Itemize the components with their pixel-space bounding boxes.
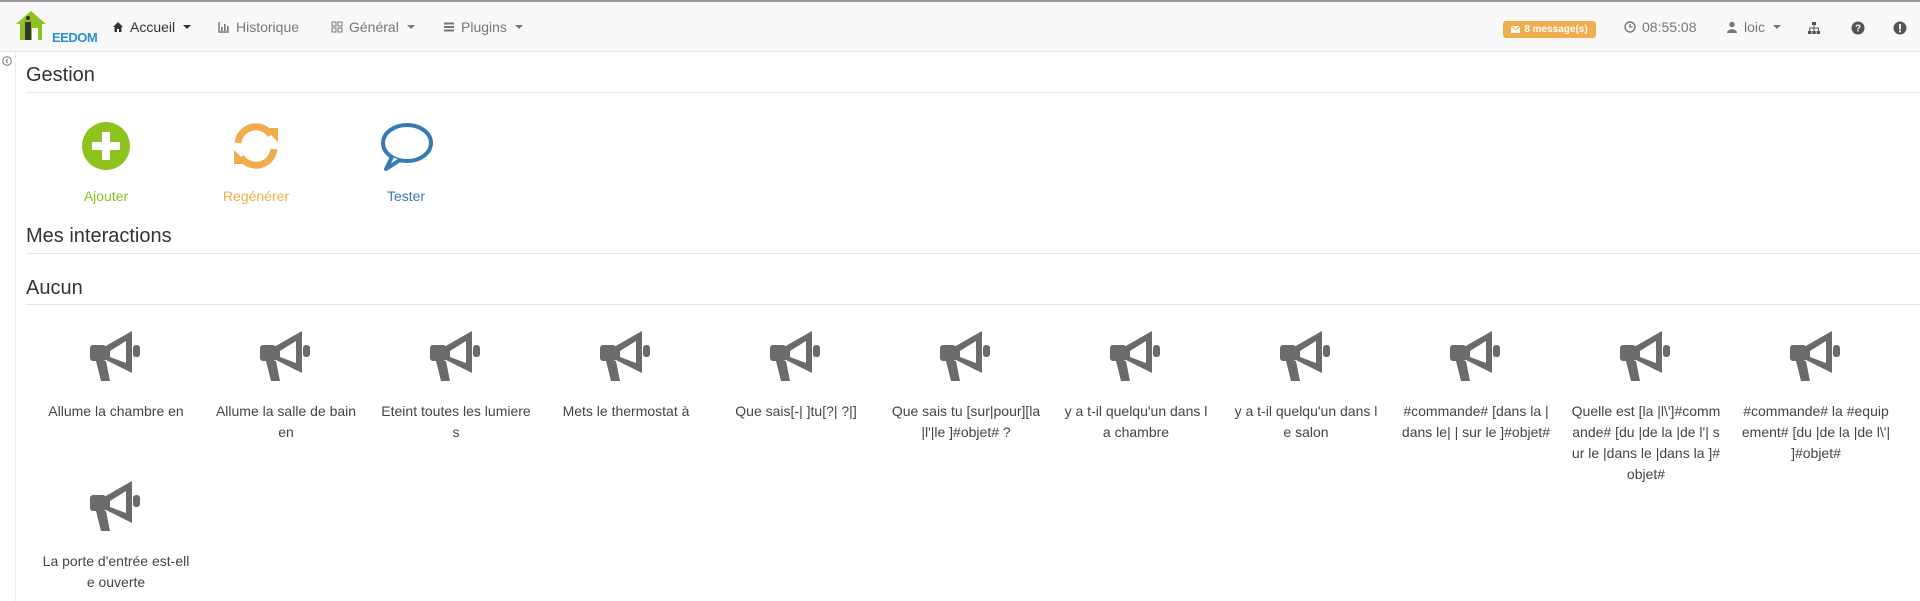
chevron-down-icon — [406, 25, 415, 29]
interaction-label: #commande# [dans la |dans le| | sur le ]… — [1401, 403, 1551, 440]
interaction-card[interactable]: Allume la salle de bain en — [206, 325, 366, 443]
interaction-card[interactable]: Que sais[-| ]tu[?| ?|] — [716, 325, 876, 422]
bar-chart-icon — [218, 22, 229, 33]
interaction-label: Eteint toutes les lumieres — [381, 403, 531, 440]
interaction-card[interactable]: Que sais tu [sur|pour][la |l'|le ]#objet… — [886, 325, 1046, 443]
sitemap-icon[interactable] — [1807, 21, 1821, 35]
top-navbar: EEDOM Accueil Historique Général Plugins… — [0, 0, 1920, 52]
regenerate-label: Regénérer — [222, 188, 290, 204]
interaction-card[interactable]: #commande# la #equipement# [du |de la |d… — [1736, 325, 1896, 464]
bullhorn-icon — [1280, 331, 1330, 381]
nav-plugins-label: Plugins — [461, 19, 507, 35]
interactions-title: Mes interactions — [26, 225, 172, 247]
interaction-label: #commande# la #equipement# [du |de la |d… — [1741, 403, 1891, 461]
nav-general-label: Général — [349, 19, 399, 35]
bullhorn-icon — [940, 331, 990, 381]
grid-icon — [331, 21, 343, 33]
bullhorn-icon — [600, 331, 650, 381]
bullhorn-icon — [1110, 331, 1160, 381]
messages-badge-label: 8 message(s) — [1524, 24, 1588, 35]
nav-general[interactable]: Général — [331, 19, 415, 35]
bullhorn-icon — [430, 331, 480, 381]
test-button[interactable]: Tester — [351, 118, 461, 204]
clock: 08:55:08 — [1624, 19, 1697, 35]
test-label: Tester — [386, 188, 426, 204]
user-name: loic — [1744, 19, 1766, 35]
interaction-card[interactable]: y a t-il quelqu'un dans le salon — [1226, 325, 1386, 443]
nav-plugins[interactable]: Plugins — [443, 19, 523, 35]
interaction-label: Quelle est [la |l\']#commande# [du |de l… — [1571, 403, 1721, 482]
envelope-icon — [1511, 26, 1521, 33]
nav-accueil-label: Accueil — [130, 19, 176, 35]
svg-text:?: ? — [1855, 24, 1861, 35]
interaction-label: Allume la chambre en — [48, 403, 184, 419]
user-icon — [1727, 21, 1737, 33]
messages-badge[interactable]: 8 message(s) — [1503, 21, 1596, 38]
nav-historique-label: Historique — [236, 19, 300, 35]
list-icon — [444, 22, 454, 32]
section-divider — [26, 304, 1920, 305]
house-logo-icon — [16, 11, 46, 40]
clock-icon — [1624, 21, 1636, 33]
bullhorn-icon — [90, 481, 140, 531]
alert-icon[interactable] — [1893, 21, 1907, 35]
home-icon — [113, 22, 123, 32]
plus-circle-icon — [82, 122, 130, 170]
interaction-card[interactable]: y a t-il quelqu'un dans la chambre — [1056, 325, 1216, 443]
jeedom-logo[interactable]: EEDOM — [12, 8, 98, 48]
nav-accueil[interactable]: Accueil — [112, 19, 192, 35]
user-menu[interactable]: loic — [1726, 19, 1782, 35]
interaction-label: Que sais[-| ]tu[?| ?|] — [735, 403, 857, 419]
section-divider — [26, 253, 1920, 254]
interaction-card[interactable]: Allume la chambre en — [36, 325, 196, 422]
section-divider — [26, 92, 1920, 93]
nav-historique[interactable]: Historique — [218, 19, 299, 35]
bullhorn-icon — [770, 331, 820, 381]
interaction-label: Que sais tu [sur|pour][la |l'|le ]#objet… — [891, 403, 1041, 440]
bullhorn-icon — [90, 331, 140, 381]
interaction-label: La porte d'entrée est-elle ouverte — [42, 553, 190, 590]
interaction-card[interactable]: #commande# [dans la |dans le| | sur le ]… — [1396, 325, 1556, 443]
interaction-card[interactable]: Quelle est [la |l\']#commande# [du |de l… — [1566, 325, 1726, 485]
logo-text: EEDOM — [52, 30, 98, 45]
interaction-label: Allume la salle de bain en — [215, 403, 357, 440]
group-title: Aucun — [26, 277, 83, 299]
bullhorn-icon — [1450, 331, 1500, 381]
chevron-down-icon — [183, 25, 192, 29]
bullhorn-icon — [260, 331, 310, 381]
interaction-label: y a t-il quelqu'un dans le salon — [1234, 403, 1378, 440]
interaction-label: Mets le thermostat à — [562, 403, 690, 419]
comment-icon — [381, 123, 433, 171]
sidebar-toggle-icon[interactable] — [2, 56, 12, 66]
add-interaction-button[interactable]: Ajouter — [51, 118, 161, 204]
regenerate-button[interactable]: Regénérer — [201, 118, 311, 204]
interaction-card[interactable]: La porte d'entrée est-elle ouverte — [36, 475, 196, 593]
refresh-icon — [234, 123, 278, 169]
chevron-down-icon — [1773, 25, 1782, 29]
bullhorn-icon — [1790, 331, 1840, 381]
interaction-label: y a t-il quelqu'un dans la chambre — [1064, 403, 1208, 440]
chevron-down-icon — [514, 25, 523, 29]
clock-text: 08:55:08 — [1642, 19, 1697, 35]
gestion-title: Gestion — [26, 64, 95, 86]
interaction-card[interactable]: Mets le thermostat à — [546, 325, 706, 422]
help-icon[interactable]: ? — [1851, 21, 1865, 35]
bullhorn-icon — [1620, 331, 1670, 381]
left-divider — [15, 52, 16, 601]
interaction-card[interactable]: Eteint toutes les lumieres — [376, 325, 536, 443]
add-interaction-label: Ajouter — [83, 188, 129, 204]
